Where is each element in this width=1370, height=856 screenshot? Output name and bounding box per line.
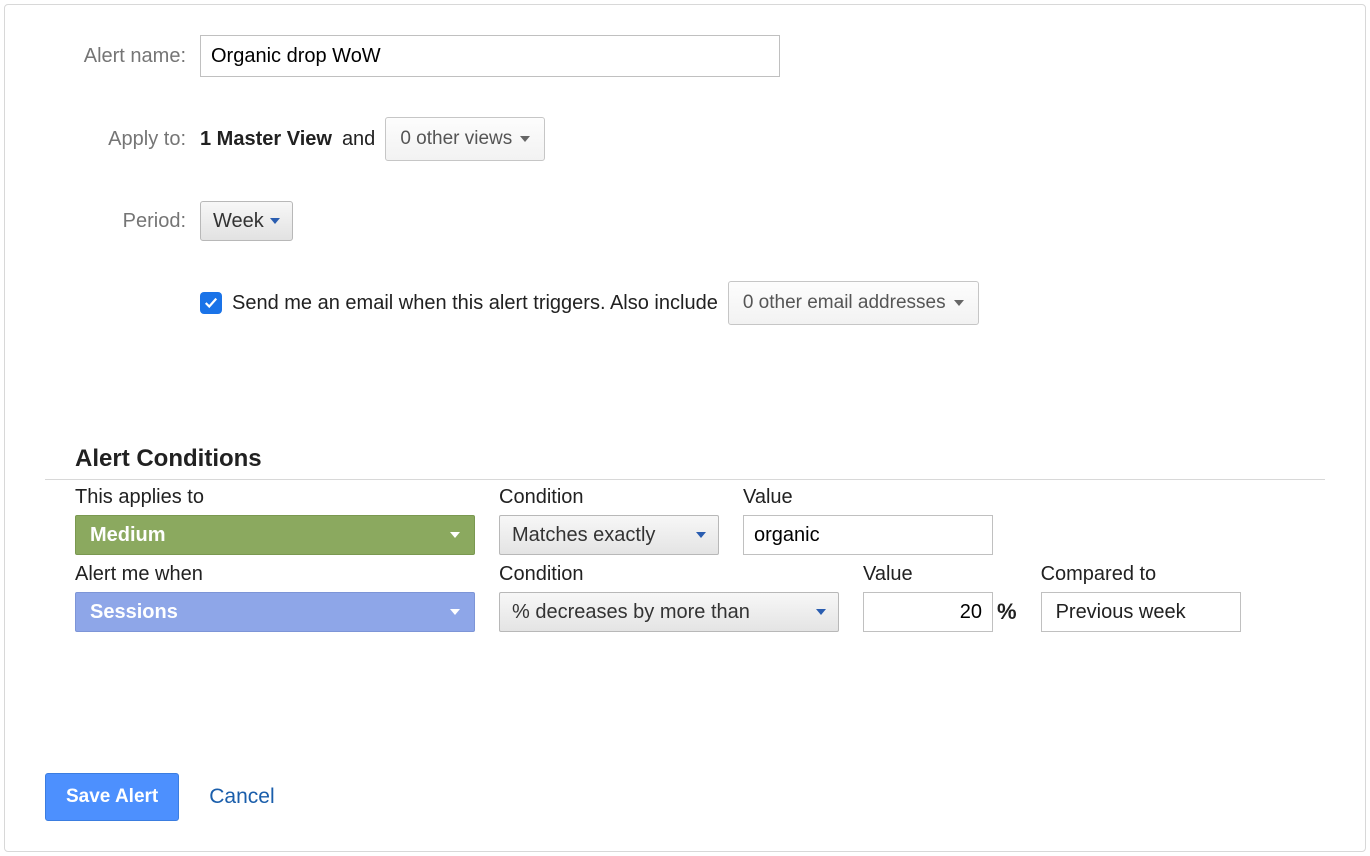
applies-to-label: This applies to [75, 486, 475, 509]
percent-symbol: % [997, 599, 1017, 625]
other-views-dropdown[interactable]: 0 other views [385, 117, 545, 161]
row-email: Send me an email when this alert trigger… [45, 281, 1325, 325]
condition2-dropdown[interactable]: % decreases by more than [499, 592, 839, 632]
value1-label: Value [743, 486, 993, 509]
compared-to-box[interactable]: Previous week [1041, 592, 1241, 632]
compared-to-label: Compared to [1041, 563, 1241, 586]
value2-label: Value [863, 563, 1017, 586]
caret-down-icon [520, 136, 530, 142]
condition2-label: Condition [499, 563, 839, 586]
condition1-dropdown[interactable]: Matches exactly [499, 515, 719, 555]
apply-to-and: and [342, 128, 375, 151]
label-alert-name: Alert name: [45, 45, 200, 68]
row-alert-name: Alert name: [45, 35, 1325, 77]
footer-actions: Save Alert Cancel [45, 773, 275, 821]
alert-name-input[interactable] [200, 35, 780, 77]
other-email-label: 0 other email addresses [743, 292, 946, 314]
label-period: Period: [45, 210, 200, 233]
label-apply-to: Apply to: [45, 128, 200, 151]
check-icon [204, 296, 218, 310]
alert-conditions-table: This applies to Medium Condition Matches… [45, 479, 1325, 632]
email-text: Send me an email when this alert trigger… [232, 292, 718, 315]
alert-me-dropdown[interactable]: Sessions [75, 592, 475, 632]
row-period: Period: Week [45, 201, 1325, 241]
save-alert-button[interactable]: Save Alert [45, 773, 179, 821]
alert-me-value: Sessions [90, 601, 178, 624]
period-value: Week [213, 210, 264, 233]
value2-input[interactable] [863, 592, 993, 632]
value1-input[interactable] [743, 515, 993, 555]
compared-to-value: Previous week [1056, 601, 1186, 624]
other-views-label: 0 other views [400, 128, 512, 150]
alert-conditions-title: Alert Conditions [45, 445, 1325, 473]
apply-to-main-view: 1 Master View [200, 128, 332, 151]
period-dropdown[interactable]: Week [200, 201, 293, 241]
condition-row-2: Alert me when Sessions Condition % decre… [75, 563, 1325, 632]
other-email-dropdown[interactable]: 0 other email addresses [728, 281, 979, 325]
caret-down-icon [270, 218, 280, 224]
alert-editor-panel: Alert name: Apply to: 1 Master View and … [4, 4, 1366, 852]
cancel-link[interactable]: Cancel [209, 785, 274, 809]
caret-down-icon [816, 609, 826, 615]
condition2-value: % decreases by more than [512, 601, 750, 624]
condition1-label: Condition [499, 486, 719, 509]
caret-down-icon [450, 532, 460, 538]
caret-down-icon [450, 609, 460, 615]
condition-row-1: This applies to Medium Condition Matches… [75, 486, 1325, 555]
applies-to-dropdown[interactable]: Medium [75, 515, 475, 555]
alert-me-label: Alert me when [75, 563, 475, 586]
caret-down-icon [954, 300, 964, 306]
applies-to-value: Medium [90, 524, 166, 547]
row-apply-to: Apply to: 1 Master View and 0 other view… [45, 117, 1325, 161]
caret-down-icon [696, 532, 706, 538]
email-checkbox[interactable] [200, 292, 222, 314]
condition1-value: Matches exactly [512, 524, 655, 547]
